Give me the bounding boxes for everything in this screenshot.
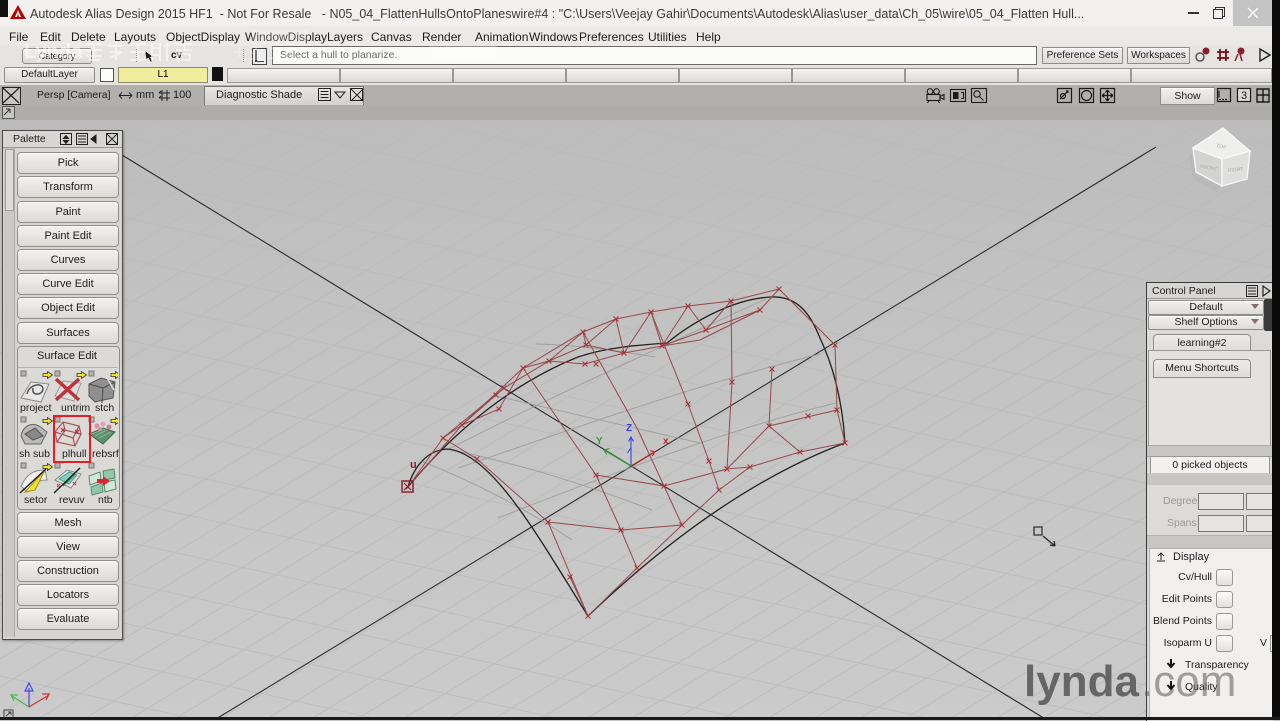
svg-text:.com: .com xyxy=(1141,657,1236,706)
svg-text:Y: Y xyxy=(596,436,603,447)
svg-text:u: u xyxy=(410,459,417,471)
svg-text:3: 3 xyxy=(1241,90,1247,102)
svg-text:Lynda: Lynda xyxy=(24,41,83,63)
svg-text:Z: Z xyxy=(626,423,632,434)
svg-text:x: x xyxy=(663,436,669,447)
svg-text:lynda: lynda xyxy=(1024,657,1139,706)
